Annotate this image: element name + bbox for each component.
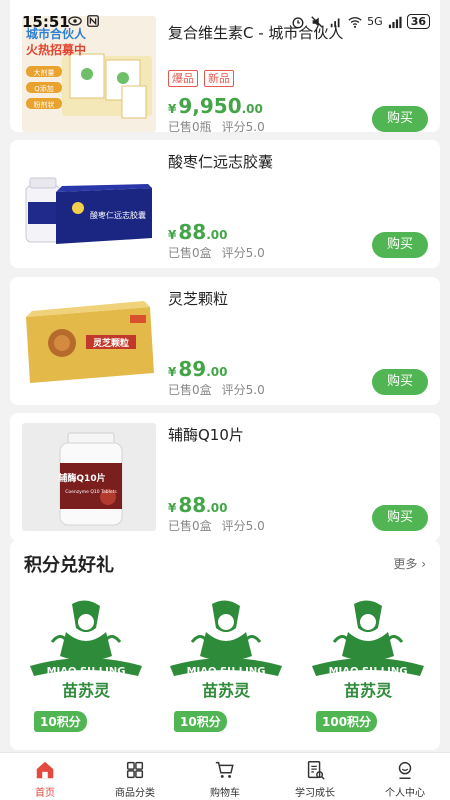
section-title: 积分兑好礼 [24,555,114,576]
home-icon [36,761,54,779]
cell-signal-icon [388,16,402,28]
buy-button[interactable]: 购买 [372,505,428,531]
product-meta: 已售0盒 评分5.0 [168,244,265,261]
svg-text:火热招募中: 火热招募中 [26,42,86,57]
svg-text:粉剂状: 粉剂状 [34,100,55,109]
product-meta: 已售0盒 评分5.0 [168,381,265,398]
grid-icon [126,761,144,779]
svg-text:酸枣仁远志胶囊: 酸枣仁远志胶囊 [90,210,146,220]
svg-text:大剂量: 大剂量 [34,68,55,77]
product-title: 辅酶Q10片 [168,426,244,444]
svg-text:苗苏灵: 苗苏灵 [344,681,393,700]
alarm-icon [292,16,304,28]
svg-text:辅酶Q10片: 辅酶Q10片 [58,472,105,484]
product-title: 灵芝颗粒 [168,290,229,308]
brand-logo-image: MIAO SU LING 苗苏灵 [312,600,424,700]
chevron-right-icon: › [421,557,426,571]
product-image: 酸枣仁远志胶囊 [22,150,156,258]
eye-icon [68,16,82,26]
rating: 评分5.0 [221,120,265,134]
wifi-icon [348,16,362,28]
tab-profile[interactable]: 个人中心 [360,753,450,800]
profile-icon [398,761,412,779]
product-meta: 已售0盒 评分5.0 [168,517,265,534]
product-price: ¥89.00 [168,357,228,381]
tab-label: 首页 [35,788,55,799]
points-badge: 10积分 [34,711,87,732]
mute-icon [311,15,323,28]
buy-button[interactable]: 购买 [372,106,428,132]
points-badge: 100积分 [316,711,378,732]
brand-logo-image: MIAO SU LING 苗苏灵 [170,600,282,700]
svg-text:MIAO SU LING: MIAO SU LING [187,666,266,677]
product-card[interactable]: 灵芝颗粒 灵芝颗粒 ¥89.00 已售0盒 评分5.0 购买 [10,277,440,405]
signal-hd-icon [330,18,340,27]
product-meta: 已售0瓶 评分5.0 [168,118,265,135]
tab-label: 购物车 [210,788,240,799]
status-bar: 15:51 5G 36 [0,0,450,40]
buy-button[interactable]: 购买 [372,369,428,395]
rating: 评分5.0 [221,519,265,533]
svg-text:MIAO SU LING: MIAO SU LING [329,666,408,677]
rating: 评分5.0 [221,383,265,397]
product-image: 灵芝颗粒 [22,287,156,395]
product-title: 酸枣仁远志胶囊 [168,153,274,171]
product-price: ¥88.00 [168,493,228,517]
sold-count: 已售0盒 [168,519,212,533]
buy-button[interactable]: 购买 [372,232,428,258]
tab-label: 商品分类 [115,788,155,799]
product-price: ¥88.00 [168,220,228,244]
nfc-icon [87,15,99,27]
status-time: 15:51 [22,13,70,31]
tab-cart[interactable]: 购物车 [180,753,270,800]
reward-item[interactable]: MIAO SU LING 苗苏灵 100积分 [304,592,430,732]
reward-item[interactable]: MIAO SU LING 苗苏灵 10积分 [22,592,150,732]
svg-text:苗苏灵: 苗苏灵 [202,681,251,700]
svg-text:苗苏灵: 苗苏灵 [62,681,111,700]
sold-count: 已售0盒 [168,246,212,260]
network-type: 5G [367,15,383,28]
tab-home[interactable]: 首页 [0,753,90,800]
tab-label: 学习成长 [295,788,335,799]
bottom-tab-bar: 首页 商品分类 购物车 学习成长 个人中心 [0,752,450,800]
tab-label: 个人中心 [385,788,425,799]
tab-study[interactable]: 学习成长 [270,753,360,800]
battery-indicator: 36 [406,14,430,29]
product-card[interactable]: 辅酶Q10片 Coenzyme Q10 Tablets 辅酶Q10片 ¥88.0… [10,413,440,541]
sold-count: 已售0盒 [168,383,212,397]
product-tags: 爆品 新品 [168,70,234,87]
brand-logo-image: MIAO SU LING 苗苏灵 [30,600,142,700]
points-badge: 10积分 [174,711,227,732]
reward-item[interactable]: MIAO SU LING 苗苏灵 10积分 [162,592,290,732]
svg-text:Coenzyme Q10 Tablets: Coenzyme Q10 Tablets [65,489,117,495]
svg-text:Q添加: Q添加 [34,84,54,93]
svg-text:灵芝颗粒: 灵芝颗粒 [92,337,129,349]
product-card[interactable]: 酸枣仁远志胶囊 酸枣仁远志胶囊 ¥88.00 已售0盒 评分5.0 购买 [10,140,440,268]
more-link[interactable]: 更多 › [393,555,426,572]
rating: 评分5.0 [221,246,265,260]
study-icon [307,761,325,780]
points-exchange-section: 积分兑好礼 更多 › MIAO SU LING 苗苏灵 10积分 MIAO SU… [10,540,440,750]
cart-icon [215,761,234,778]
sold-count: 已售0瓶 [168,120,212,134]
product-image: 辅酶Q10片 Coenzyme Q10 Tablets [22,423,156,531]
tag-hot: 爆品 [168,70,198,87]
svg-text:MIAO SU LING: MIAO SU LING [47,666,126,677]
product-price: ¥9,950.00 [168,94,263,118]
tab-category[interactable]: 商品分类 [90,753,180,800]
tag-new: 新品 [204,70,234,87]
